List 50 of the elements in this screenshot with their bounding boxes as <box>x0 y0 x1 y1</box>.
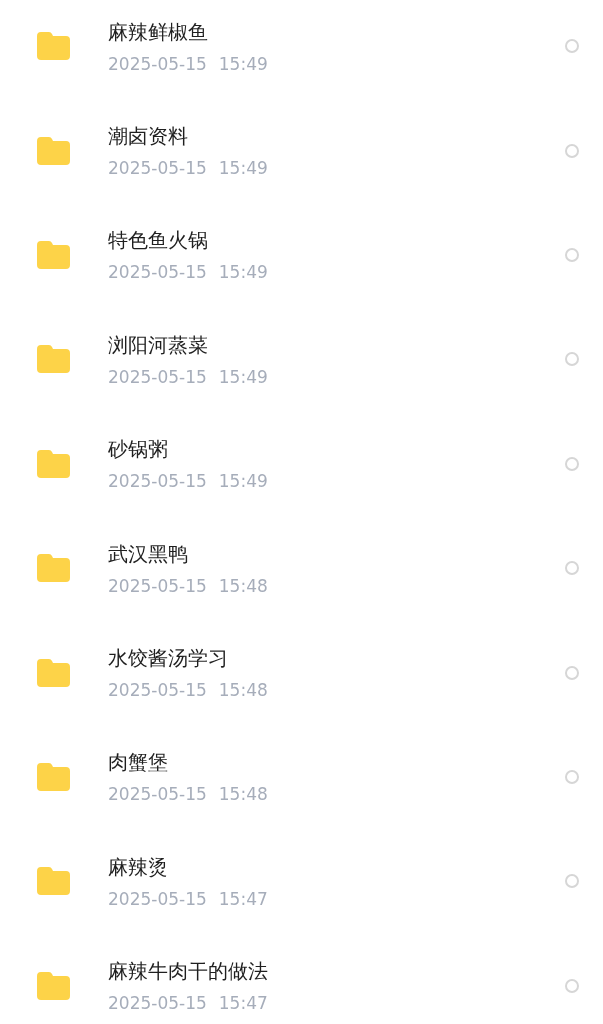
modified-date: 2025-05-15 <box>108 888 207 909</box>
folder-name: 麻辣鲜椒鱼 <box>108 18 208 46</box>
folder-icon <box>37 971 70 1000</box>
select-radio[interactable] <box>565 247 579 262</box>
modified-time: 15:49 <box>218 366 268 387</box>
folder-icon <box>37 136 70 165</box>
folder-icon <box>37 554 70 583</box>
folder-name: 浏阳河蒸菜 <box>108 331 208 359</box>
folder-icon <box>37 762 70 791</box>
select-radio[interactable] <box>565 143 579 158</box>
select-radio[interactable] <box>565 456 579 471</box>
modified-time: 15:48 <box>218 680 268 701</box>
modified-date: 2025-05-15 <box>108 471 207 492</box>
folder-name: 肉蟹堡 <box>108 749 168 777</box>
folder-icon <box>37 240 70 269</box>
modified-date: 2025-05-15 <box>108 680 207 701</box>
modified-date: 2025-05-15 <box>108 575 207 596</box>
select-radio[interactable] <box>565 665 579 680</box>
modified-time: 15:49 <box>218 53 268 74</box>
modified-time: 15:49 <box>218 262 268 283</box>
folder-name: 麻辣牛肉干的做法 <box>108 958 268 986</box>
folder-icon <box>37 867 70 896</box>
modified-time: 15:47 <box>218 888 268 909</box>
modified-time: 15:47 <box>218 993 268 1014</box>
modified-time: 15:49 <box>218 471 268 492</box>
modified-date: 2025-05-15 <box>108 993 207 1014</box>
modified-date: 2025-05-15 <box>108 158 207 179</box>
folder-icon <box>37 658 70 687</box>
folder-icon <box>37 345 70 374</box>
modified-date: 2025-05-15 <box>108 53 207 74</box>
folder-icon <box>37 449 70 478</box>
folder-name: 潮卤资料 <box>108 123 188 151</box>
modified-time: 15:48 <box>218 784 268 805</box>
select-radio[interactable] <box>565 769 579 784</box>
select-radio[interactable] <box>565 352 579 367</box>
folder-name: 水饺酱汤学习 <box>108 645 228 673</box>
modified-date: 2025-05-15 <box>108 366 207 387</box>
folder-icon <box>37 32 70 61</box>
folder-name: 武汉黑鸭 <box>108 540 188 568</box>
modified-time: 15:49 <box>218 158 268 179</box>
folder-name: 特色鱼火锅 <box>108 227 208 255</box>
modified-date: 2025-05-15 <box>108 784 207 805</box>
modified-date: 2025-05-15 <box>108 262 207 283</box>
folder-name: 砂锅粥 <box>108 436 168 464</box>
select-radio[interactable] <box>565 39 579 54</box>
select-radio[interactable] <box>565 874 579 889</box>
select-radio[interactable] <box>565 978 579 993</box>
select-radio[interactable] <box>565 561 579 576</box>
modified-time: 15:48 <box>218 575 268 596</box>
folder-name: 麻辣烫 <box>108 853 168 881</box>
